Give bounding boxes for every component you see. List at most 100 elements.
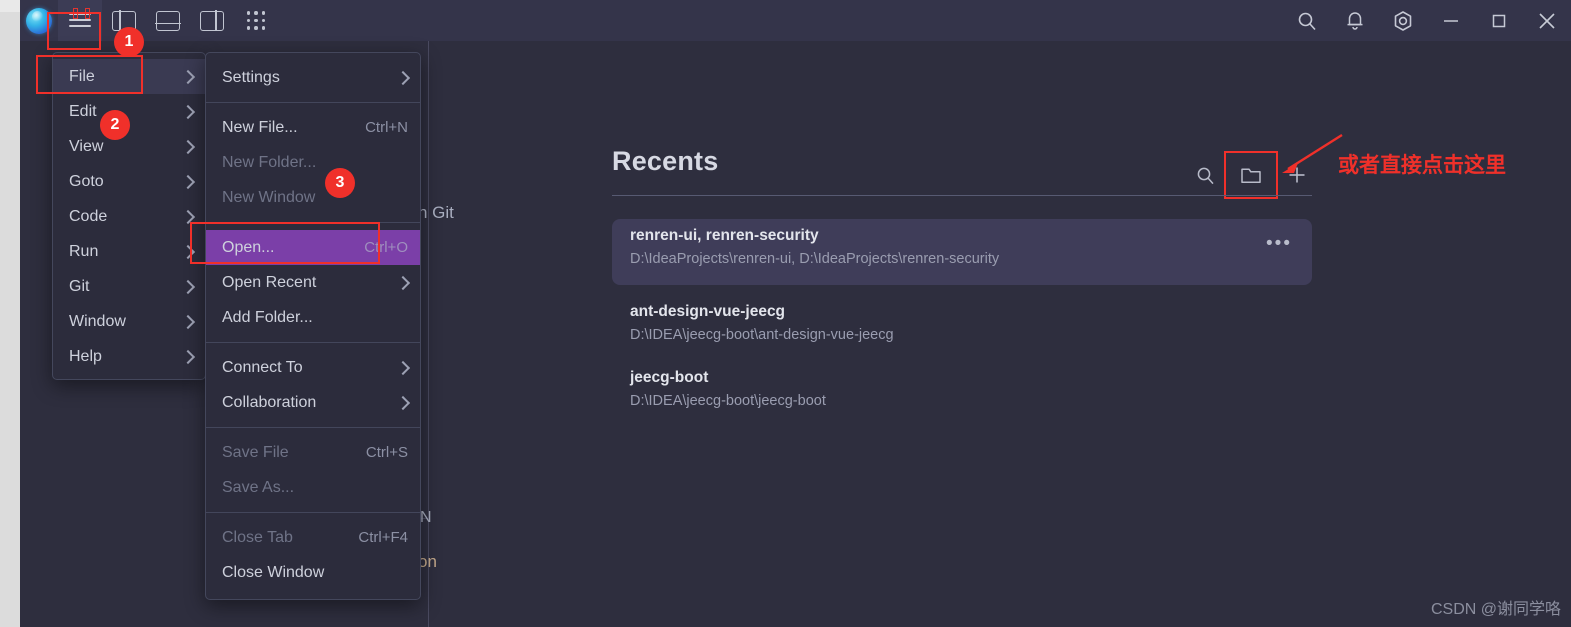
recent-project-path: D:\IDEA\jeecg-boot\ant-design-vue-jeecg <box>630 327 894 343</box>
recents-search-button[interactable] <box>1190 160 1220 190</box>
background-text-n: N <box>420 509 432 526</box>
settings-button[interactable] <box>1379 0 1427 41</box>
submenu-item-new-file[interactable]: New File... Ctrl+N <box>206 110 420 145</box>
menu-item-label: New Folder... <box>222 153 317 171</box>
recent-project-path: D:\IDEA\jeecg-boot\jeecg-boot <box>630 393 826 409</box>
menu-item-label: Code <box>69 207 108 225</box>
maximize-button[interactable] <box>1475 0 1523 41</box>
main-menu-item-git[interactable]: Git <box>53 269 205 304</box>
page-title: Recents <box>612 146 719 176</box>
recent-project-name: renren-ui, renren-security <box>630 227 819 244</box>
title-bar-left-tools <box>20 0 278 41</box>
search-icon <box>1197 167 1214 184</box>
menu-item-shortcut: Ctrl+N <box>365 119 408 136</box>
search-icon <box>1298 12 1316 30</box>
submenu-item-new-folder: New Folder... <box>206 145 420 180</box>
apps-grid-button[interactable] <box>234 0 278 41</box>
toggle-bottom-panel-button[interactable] <box>146 0 190 41</box>
main-menu-item-run[interactable]: Run <box>53 234 205 269</box>
file-submenu-panel: Settings New File... Ctrl+N New Folder..… <box>205 52 421 600</box>
panel-bottom-icon <box>155 10 181 31</box>
submenu-item-new-window: New Window <box>206 180 420 215</box>
chevron-right-icon <box>180 279 196 294</box>
close-button[interactable] <box>1523 0 1571 41</box>
menu-hamburger-button[interactable] <box>58 0 102 41</box>
annotation-badge-2: 2 <box>100 110 130 140</box>
notifications-button[interactable] <box>1331 0 1379 41</box>
search-button[interactable] <box>1283 0 1331 41</box>
menu-item-label: New Window <box>222 188 316 206</box>
submenu-item-close-window[interactable]: Close Window <box>206 555 420 590</box>
chevron-right-icon <box>180 209 196 224</box>
close-icon <box>1539 12 1555 29</box>
chevron-right-icon <box>395 70 411 85</box>
annotation-badge-3: 3 <box>325 168 355 198</box>
minimize-icon <box>1444 19 1458 22</box>
main-menu-item-help[interactable]: Help <box>53 339 205 374</box>
main-menu-item-code[interactable]: Code <box>53 199 205 234</box>
chevron-right-icon <box>180 139 196 154</box>
recents-panel: Recents renren-ui, renren-security D:\Id… <box>612 141 1312 409</box>
menu-item-label: Settings <box>222 68 280 86</box>
submenu-item-save-as: Save As... <box>206 470 420 505</box>
list-item[interactable]: renren-ui, renren-security D:\IdeaProjec… <box>612 219 1312 285</box>
recent-project-name: ant-design-vue-jeecg <box>630 303 786 320</box>
main-menu-item-file[interactable]: File <box>53 59 205 94</box>
open-folder-button[interactable] <box>1224 151 1278 199</box>
main-menu-panel: File Edit View Goto Code Run Git Window <box>52 52 206 380</box>
menu-item-shortcut: Ctrl+O <box>364 239 408 256</box>
menu-item-label: Add Folder... <box>222 308 313 326</box>
maximize-icon <box>1492 14 1506 27</box>
submenu-item-settings[interactable]: Settings <box>206 60 420 95</box>
menu-item-label: Help <box>69 347 102 365</box>
main-menu-item-view[interactable]: View <box>53 129 205 164</box>
submenu-item-save-file: Save File Ctrl+S <box>206 435 420 470</box>
submenu-group: Open... Ctrl+O Open Recent Add Folder... <box>206 222 420 342</box>
submenu-item-open-recent[interactable]: Open Recent <box>206 265 420 300</box>
menu-item-label: Save File <box>222 443 289 461</box>
annotation-note: 或者直接点击这里 <box>1338 154 1506 177</box>
menu-item-shortcut: Ctrl+F4 <box>358 529 408 546</box>
submenu-item-collaboration[interactable]: Collaboration <box>206 385 420 420</box>
chevron-right-icon <box>180 69 196 84</box>
submenu-group: Settings <box>206 53 420 102</box>
submenu-group: Close Tab Ctrl+F4 Close Window <box>206 512 420 597</box>
main-menu-item-goto[interactable]: Goto <box>53 164 205 199</box>
menu-item-label: Window <box>69 312 126 330</box>
chevron-right-icon <box>180 314 196 329</box>
minimize-button[interactable] <box>1427 0 1475 41</box>
main-menu-item-window[interactable]: Window <box>53 304 205 339</box>
recents-list: renren-ui, renren-security D:\IdeaProjec… <box>612 219 1312 417</box>
list-item[interactable]: ant-design-vue-jeecg D:\IDEA\jeecg-boot\… <box>612 295 1312 351</box>
more-options-icon[interactable]: ••• <box>1266 233 1292 255</box>
recent-project-name: jeecg-boot <box>630 369 709 386</box>
chevron-right-icon <box>180 244 196 259</box>
toggle-right-panel-button[interactable] <box>190 0 234 41</box>
menu-item-label: View <box>69 137 104 155</box>
background-divider <box>428 41 429 627</box>
desktop-left-strip <box>0 0 20 627</box>
recents-header: Recents <box>612 141 1312 199</box>
bell-icon <box>1347 12 1363 30</box>
submenu-item-add-folder[interactable]: Add Folder... <box>206 300 420 335</box>
submenu-item-open[interactable]: Open... Ctrl+O <box>206 230 420 265</box>
grid-dots-icon <box>246 11 266 31</box>
menu-item-label: Open... <box>222 238 275 256</box>
menu-item-label: New File... <box>222 118 298 136</box>
app-logo-icon <box>26 7 52 34</box>
submenu-item-connect-to[interactable]: Connect To <box>206 350 420 385</box>
menu-item-label: Save As... <box>222 478 295 496</box>
list-item[interactable]: jeecg-boot D:\IDEA\jeecg-boot\jeecg-boot <box>612 361 1312 417</box>
menu-item-label: File <box>69 67 95 85</box>
recent-project-path: D:\IdeaProjects\renren-ui, D:\IdeaProjec… <box>630 251 1000 267</box>
submenu-group: New File... Ctrl+N New Folder... New Win… <box>206 102 420 222</box>
chevron-right-icon <box>180 104 196 119</box>
title-bar-right-tools <box>1283 0 1571 41</box>
menu-item-label: Connect To <box>222 358 303 376</box>
app-window: n Git N on Recents renren-ui, renren-sec… <box>0 0 1571 627</box>
desktop-left-strip-top <box>0 0 20 12</box>
annotation-badge-1: 1 <box>114 27 144 57</box>
submenu-group: Save File Ctrl+S Save As... <box>206 427 420 512</box>
recents-divider <box>612 195 1312 196</box>
chevron-right-icon <box>180 174 196 189</box>
